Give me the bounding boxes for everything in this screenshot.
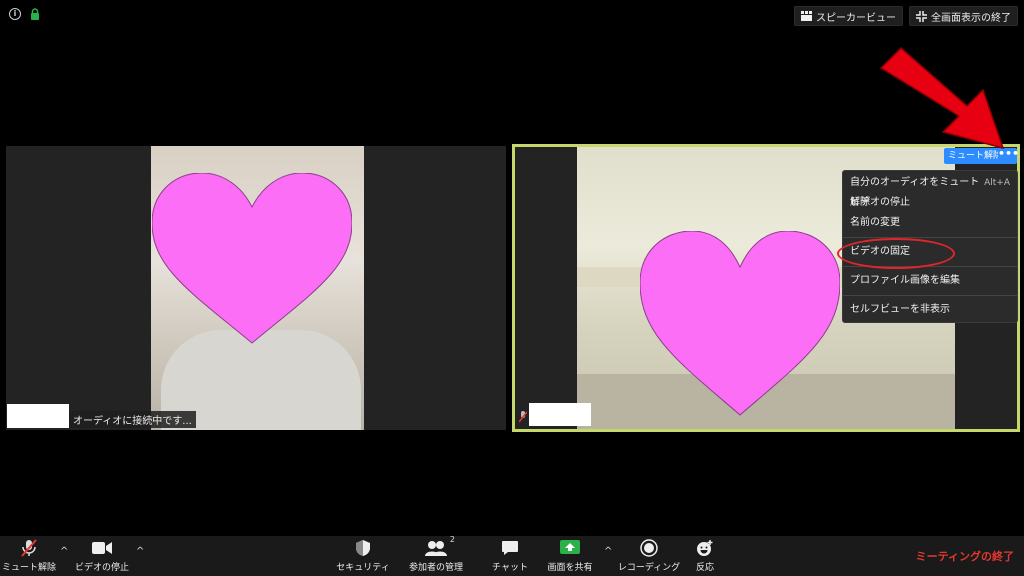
stop-video-button[interactable]: ビデオの停止 [74,536,130,576]
video-camera-icon [92,542,112,554]
reactions-button[interactable]: 反応 [690,536,720,576]
menu-item-edit-profile-picture[interactable]: プロファイル画像を編集 [843,271,1017,291]
exit-fullscreen-button[interactable]: 全画面表示の終了 [909,6,1018,26]
view-controls: スピーカービュー 全画面表示の終了 [794,6,1018,26]
record-button[interactable]: レコーディング [618,536,680,576]
menu-item-unmute-audio[interactable]: 自分のオーディオをミュート解除 Alt+A [843,173,1017,208]
unmute-button[interactable]: ミュート解除 [2,536,56,576]
menu-item-label: セルフビューを非表示 [850,304,950,315]
audio-connecting-status: オーディオに接続中です... [69,411,196,428]
menu-item-label: ビデオの停止 [850,197,910,208]
participant-tile-left[interactable]: オーディオに接続中です... [6,146,506,430]
menu-item-hide-self-view[interactable]: セルフビューを非表示 [843,300,1017,320]
stop-video-label: ビデオの停止 [74,563,129,573]
share-options-chevron-icon[interactable]: ^ [604,546,612,557]
shield-icon [356,540,370,556]
reactions-label: 反応 [695,563,714,573]
menu-item-label: プロファイル画像を編集 [850,275,960,286]
menu-item-rename[interactable]: 名前の変更 [843,213,1017,233]
chat-label: チャット [492,563,528,573]
participants-icon [425,541,447,556]
heart-sticker-self [640,231,840,416]
security-button[interactable]: セキュリティ [336,536,390,576]
participants-label: 参加者の管理 [408,563,463,573]
mic-muted-icon [21,539,37,557]
mic-muted-icon [519,411,527,423]
lock-icon[interactable] [29,8,41,20]
speaker-view-label: スピーカービュー [816,12,896,24]
speaker-view-icon [801,11,812,21]
menu-item-label: 名前の変更 [850,217,900,228]
chat-button[interactable]: チャット [490,536,530,576]
menu-item-stop-video[interactable]: ビデオの停止 [843,193,1017,213]
exit-fullscreen-label: 全画面表示の終了 [931,12,1011,24]
exit-fullscreen-icon [916,10,927,22]
annotation-arrow-icon [879,46,1005,150]
emoji-icon [697,540,713,556]
menu-divider [843,237,1017,238]
meeting-toolbar: ミュート解除 ^ ビデオの停止 ^ セキュリティ 2 参加者の管理 チャット 画… [0,535,1024,576]
participants-count-badge: 2 [449,535,455,544]
end-meeting-button[interactable]: ミーティングの終了 [916,548,1014,564]
share-screen-icon [560,540,580,554]
info-icon[interactable]: i [9,8,21,20]
unmute-label: ミュート解除 [2,563,57,573]
menu-item-label: 自分のオーディオをミュート解除 [850,177,980,208]
menu-divider [843,295,1017,296]
annotation-highlight-ellipse [837,238,955,269]
participants-button[interactable]: 2 参加者の管理 [404,535,468,576]
audio-options-chevron-icon[interactable]: ^ [60,546,68,557]
participant-name-self [529,403,591,426]
share-screen-button[interactable]: 画面を共有 [542,536,598,576]
participant-name-left [7,404,69,428]
record-label: レコーディング [617,563,681,573]
security-label: セキュリティ [336,563,390,573]
video-options-chevron-icon[interactable]: ^ [136,546,144,557]
menu-item-shortcut: Alt+A [984,178,1010,188]
share-screen-label: 画面を共有 [547,563,593,573]
chat-bubble-icon [502,541,518,555]
heart-sticker-left [152,173,352,344]
record-icon [640,539,658,557]
meeting-status-icons: i [9,8,41,20]
speaker-view-button[interactable]: スピーカービュー [794,6,903,26]
